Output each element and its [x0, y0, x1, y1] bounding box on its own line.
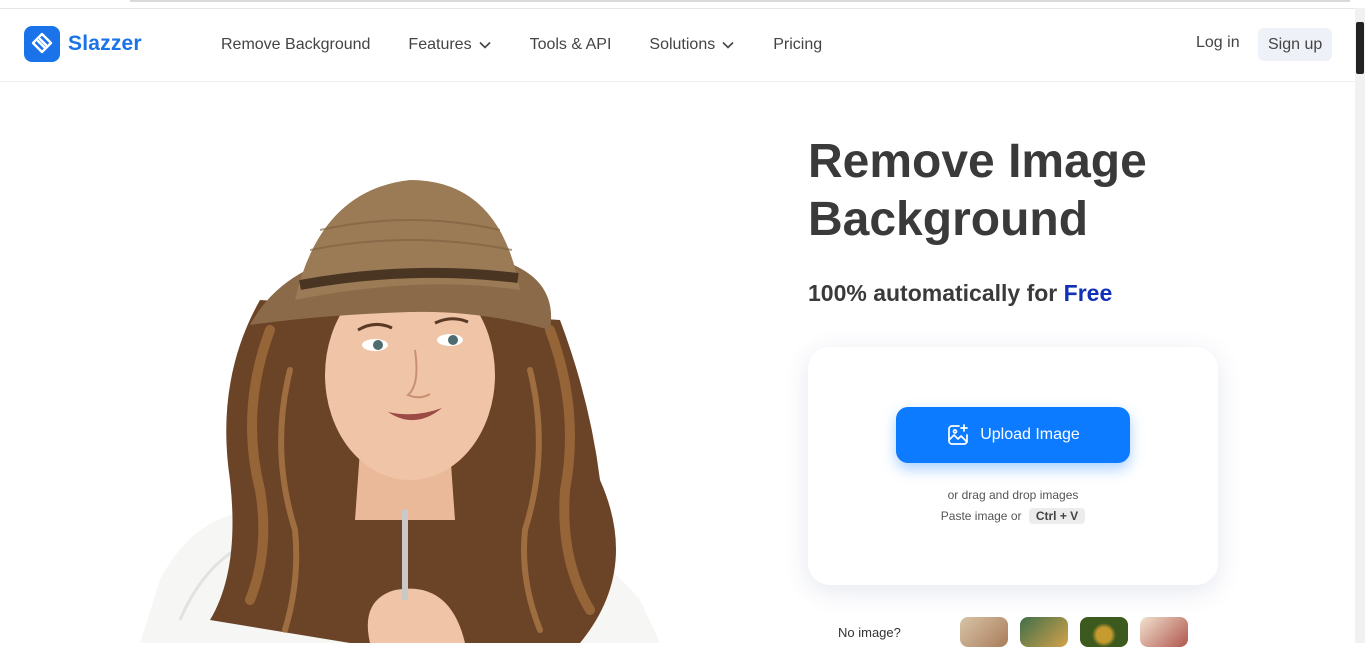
scrollbar-thumb[interactable]	[1356, 22, 1364, 74]
nav-label: Tools & API	[529, 36, 612, 53]
nav-pricing[interactable]: Pricing	[773, 36, 822, 54]
chevron-down-icon	[478, 41, 491, 49]
signup-button[interactable]: Sign up	[1258, 28, 1333, 61]
image-sparkle-icon	[948, 424, 969, 445]
nav-label: Remove Background	[221, 36, 371, 53]
paste-hint-text: Paste image or	[940, 509, 1022, 523]
paste-hint: Paste image or Ctrl + V	[808, 508, 1218, 524]
upload-card[interactable]: Upload Image or drag and drop images Pas…	[808, 347, 1218, 585]
main-nav: Remove Background Features Tools & API S…	[221, 9, 860, 81]
subtitle-prefix: 100% automatically for	[808, 280, 1058, 306]
login-link[interactable]: Log in	[1196, 34, 1240, 52]
nav-solutions[interactable]: Solutions	[649, 36, 735, 54]
drag-drop-hint: or drag and drop images	[947, 488, 1079, 502]
nav-tools-api[interactable]: Tools & API	[530, 36, 612, 54]
browser-top-strip	[0, 0, 1365, 9]
logo[interactable]: Slazzer	[24, 26, 142, 62]
subtitle-free: Free	[1063, 280, 1113, 306]
nav-features[interactable]: Features	[408, 36, 491, 54]
no-image-label: No image?	[838, 625, 901, 640]
brand-name: Slazzer	[68, 32, 142, 55]
nav-remove-background[interactable]: Remove Background	[221, 36, 370, 54]
chevron-down-icon	[722, 41, 734, 49]
nav-label: Solutions	[649, 36, 716, 53]
site-header: Slazzer Remove Background Features Tools…	[0, 9, 1355, 82]
upload-button-label: Upload Image	[980, 426, 1080, 443]
nav-label: Features	[408, 36, 472, 53]
hero-subtitle: 100% automatically for Free	[808, 280, 1112, 307]
scrollbar[interactable]	[1355, 8, 1365, 643]
shortcut-badge: Ctrl + V	[1028, 508, 1086, 524]
hero-title: Remove Image Background	[808, 135, 1147, 246]
hero-image	[140, 180, 660, 643]
nav-label: Pricing	[773, 36, 823, 53]
upload-image-button[interactable]: Upload Image	[896, 407, 1130, 463]
slazzer-logo-icon	[24, 26, 60, 62]
